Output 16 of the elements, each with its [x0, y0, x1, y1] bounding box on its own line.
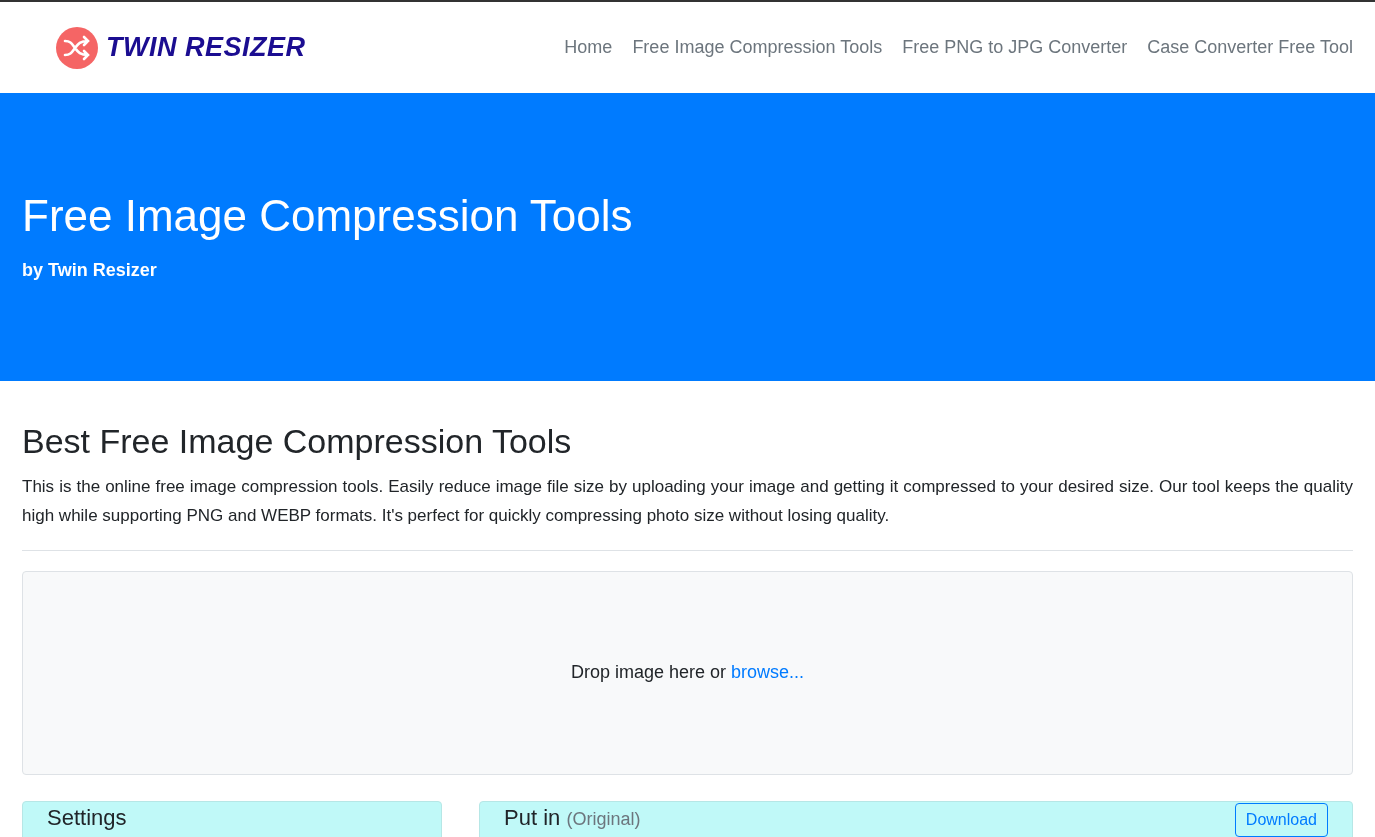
drop-hint: Drop image here or	[570, 661, 726, 685]
panel-title: Put in (Original)	[504, 805, 641, 830]
nav-link[interactable]: Free PNG to JPG Converter	[892, 34, 1138, 61]
intro-paragraph: This is the online free image compression tools. Easily reduce image file size by uploading your image and getting it compressed to your desired size. Our tool keeps the quality high while supporting PNG and WEBP formats. It's perfect for quickly compressing photo size without losing quality.	[22, 475, 1353, 527]
logo-icon	[56, 26, 98, 69]
logo-text: TWIN RESIZER	[106, 31, 306, 65]
nav-link[interactable]: Case Converter Free Tool	[1137, 34, 1353, 61]
hero-subtitle: by Twin Resizer	[22, 258, 158, 282]
nav-link[interactable]: Home	[554, 34, 623, 61]
hero-title: Free Image Compression Tools	[22, 190, 634, 243]
nav-link[interactable]: Free Image Compression Tools	[622, 34, 893, 61]
section-heading: Best Free Image Compression Tools	[22, 421, 573, 462]
browse-link[interactable]: browse...	[731, 659, 805, 687]
panel-title: Settings	[47, 805, 128, 830]
download-button[interactable]: Download	[1234, 802, 1328, 837]
drop-zone[interactable]: Drop image here or browse...	[22, 570, 1353, 775]
